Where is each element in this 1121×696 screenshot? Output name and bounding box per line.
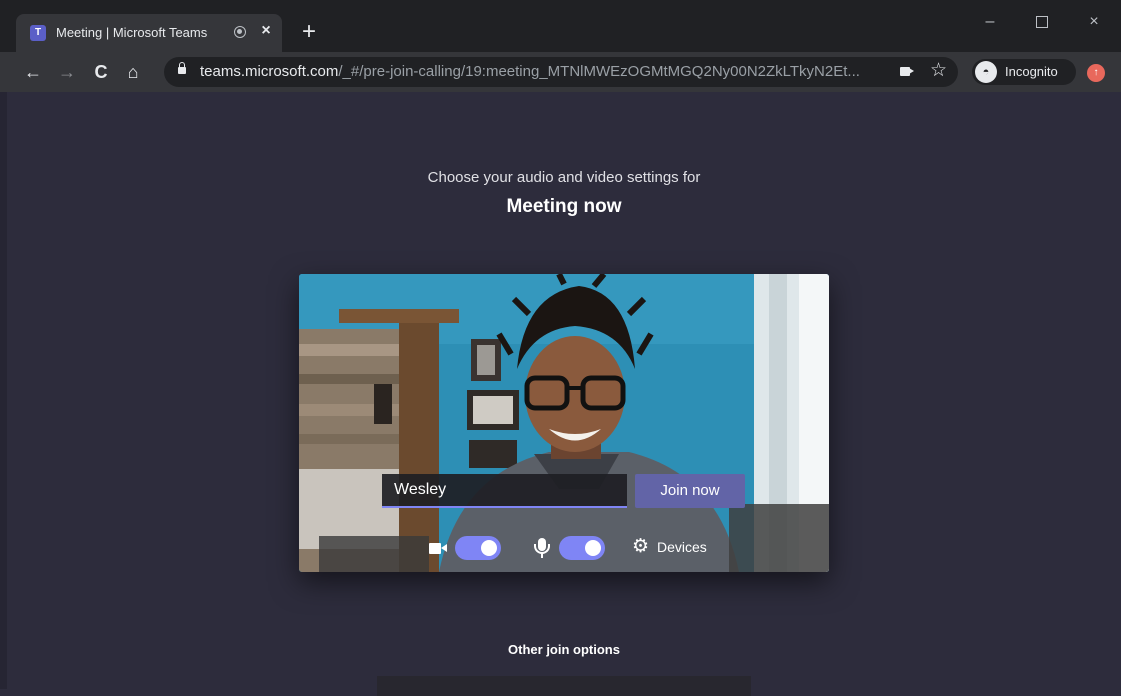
maximize-icon <box>1036 15 1048 28</box>
address-bar[interactable]: teams.microsoft.com/_#/pre-join-calling/… <box>164 57 958 87</box>
gear-icon[interactable]: ⚙ <box>632 537 649 557</box>
url-host: teams.microsoft.com <box>200 63 339 80</box>
other-join-options-heading: Other join options <box>508 642 620 657</box>
camera-icon[interactable] <box>900 67 910 76</box>
forward-button[interactable]: → <box>54 59 80 85</box>
browser-tab[interactable]: T Meeting | Microsoft Teams × <box>16 14 282 52</box>
back-button[interactable]: ← <box>20 59 46 85</box>
media-recording-icon <box>234 26 246 38</box>
microphone-icon-stand <box>534 544 550 554</box>
new-tab-button[interactable]: + <box>296 19 322 45</box>
incognito-label: Incognito <box>1005 64 1058 79</box>
video-preview: Join now ⚙ Devices <box>299 274 829 572</box>
home-button[interactable]: ⌂ <box>120 59 146 85</box>
bookmark-star-icon[interactable]: ☆ <box>930 59 947 82</box>
maximize-window-button[interactable] <box>1022 8 1062 36</box>
prejoin-subtitle: Choose your audio and video settings for <box>427 169 701 186</box>
incognito-icon: ◓ <box>975 61 997 83</box>
video-camera-icon <box>429 543 447 554</box>
minimize-window-button[interactable]: – <box>970 8 1010 36</box>
av-controls: ⚙ Devices <box>299 536 829 566</box>
camera-feed-image <box>299 274 829 572</box>
url-path: /_#/pre-join-calling/19:meeting_MTNlMWEz… <box>338 63 860 80</box>
incognito-profile-button[interactable]: ◓ Incognito <box>972 59 1076 85</box>
tab-title: Meeting | Microsoft Teams <box>56 25 208 40</box>
url-text[interactable]: teams.microsoft.com/_#/pre-join-calling/… <box>200 63 860 80</box>
video-toggle[interactable] <box>455 536 501 560</box>
name-input[interactable] <box>382 474 627 508</box>
update-icon[interactable]: ↑ <box>1087 64 1105 82</box>
microphone-toggle[interactable] <box>559 536 605 560</box>
reload-button[interactable]: C <box>88 59 114 85</box>
lock-icon[interactable] <box>178 62 186 74</box>
browser-toolbar: ← → C ⌂ teams.microsoft.com/_#/pre-join-… <box>0 52 1121 92</box>
tab-close-icon[interactable]: × <box>256 21 276 41</box>
devices-button[interactable]: Devices <box>657 539 707 555</box>
join-now-button[interactable]: Join now <box>635 474 745 508</box>
close-window-button[interactable]: × <box>1074 8 1114 36</box>
meeting-title: Meeting now <box>506 196 622 217</box>
other-join-options-panel[interactable] <box>377 676 751 696</box>
teams-icon: T <box>30 25 46 41</box>
browser-tab-bar: T Meeting | Microsoft Teams × + – × <box>0 0 1121 52</box>
